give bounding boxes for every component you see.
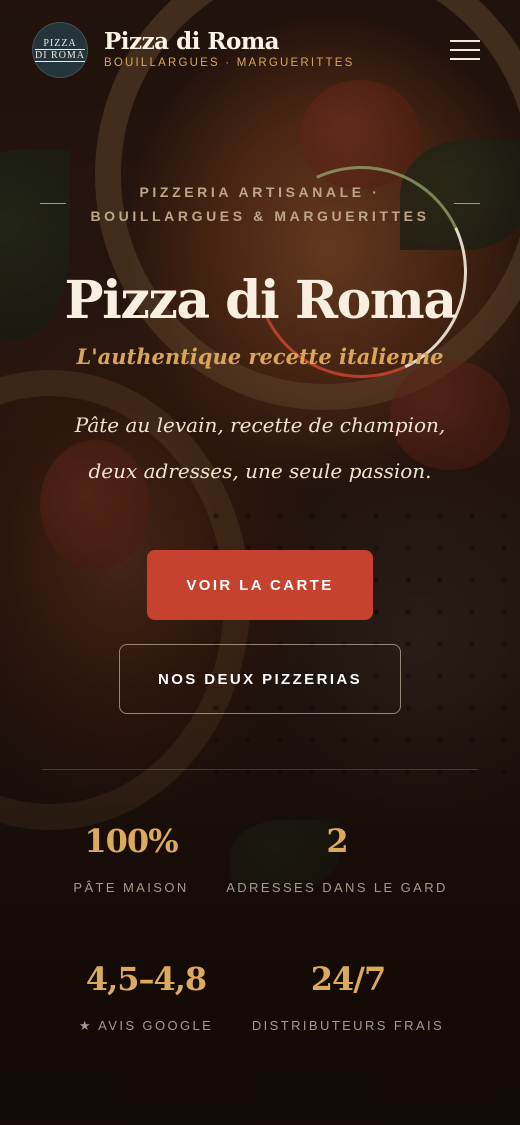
brand-locations: BOUILLARGUES · MARGUERITTES bbox=[104, 57, 355, 69]
stat-label: PÂTE MAISON bbox=[73, 880, 189, 895]
stat-value: 2 bbox=[326, 822, 348, 860]
our-pizzerias-button[interactable]: NOS DEUX PIZZERIAS bbox=[119, 644, 401, 714]
stat-label: ADRESSES DANS LE GARD bbox=[226, 880, 448, 895]
brand-logo[interactable]: PIZZA DI ROMA bbox=[32, 22, 88, 78]
eyebrow-line-1: PIZZERIA ARTISANALE · bbox=[139, 184, 381, 200]
stat-item: 24/7 DISTRIBUTEURS FRAIS bbox=[228, 960, 468, 1033]
hamburger-menu-icon[interactable] bbox=[450, 38, 480, 62]
stat-item: 100% PÂTE MAISON bbox=[11, 822, 251, 895]
eyebrow-right-line bbox=[454, 203, 480, 204]
site-header: PIZZA DI ROMA Pizza di Roma BOUILLARGUES… bbox=[0, 0, 520, 100]
hero-description: Pâte au levain, recette de champion, deu… bbox=[74, 413, 446, 483]
stat-value: 100% bbox=[84, 822, 178, 860]
brand-block[interactable]: Pizza di Roma BOUILLARGUES · MARGUERITTE… bbox=[104, 28, 354, 69]
eyebrow-left-line bbox=[40, 203, 66, 204]
stats-divider bbox=[42, 769, 478, 770]
stat-value: 24/7 bbox=[310, 960, 386, 998]
stat-item: 2 ADRESSES DANS LE GARD bbox=[217, 822, 457, 895]
hero-title: Pizza di Roma bbox=[64, 270, 457, 331]
eyebrow-line-2: BOUILLARGUES & MARGUERITTES bbox=[90, 208, 430, 224]
logo-line-2: DI ROMA bbox=[34, 49, 86, 62]
stat-label: DISTRIBUTEURS FRAIS bbox=[251, 1018, 445, 1033]
hero-tagline: L'authentique recette italienne bbox=[76, 344, 444, 369]
hero-eyebrow: PIZZERIA ARTISANALE · BOUILLARGUES & MAR… bbox=[40, 180, 480, 228]
view-menu-button[interactable]: VOIR LA CARTE bbox=[147, 550, 373, 620]
logo-line-1: PIZZA bbox=[43, 38, 77, 49]
brand-name: Pizza di Roma bbox=[104, 28, 280, 55]
